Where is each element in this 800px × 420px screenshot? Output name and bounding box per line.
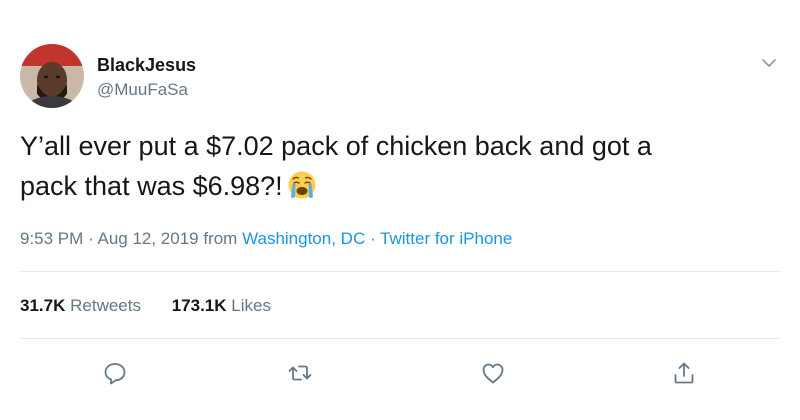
display-name[interactable]: BlackJesus <box>97 55 196 76</box>
tweet-text: Y’all ever put a $7.02 pack of chicken b… <box>20 126 760 206</box>
reply-icon <box>101 363 129 391</box>
location-link[interactable]: Washington, DC <box>242 229 365 248</box>
retweet-icon <box>286 365 314 391</box>
avatar[interactable] <box>20 44 84 108</box>
retweets-label: Retweets <box>70 296 141 315</box>
retweets-count: 31.7K <box>20 296 66 315</box>
reply-button[interactable] <box>101 359 129 387</box>
crying-face-icon <box>287 170 317 200</box>
chevron-down-icon[interactable] <box>758 52 780 74</box>
tweet-text-line: pack that was $6.98?! <box>20 171 283 201</box>
meta-separator: · <box>365 229 381 248</box>
like-icon <box>479 363 507 391</box>
retweet-button[interactable] <box>286 359 314 387</box>
retweets-stat[interactable]: 31.7K Retweets <box>20 296 141 316</box>
tweet-metadata: 9:53 PM · Aug 12, 2019 from Washington, … <box>20 229 512 249</box>
likes-label: Likes <box>231 296 271 315</box>
tweet-text-line: Y’all ever put a $7.02 pack of chicken b… <box>20 131 652 161</box>
tweet-card: BlackJesus @MuuFaSa Y’all ever put a $7.… <box>0 0 800 420</box>
likes-stat[interactable]: 173.1K Likes <box>172 296 271 316</box>
share-button[interactable] <box>670 359 698 387</box>
share-icon <box>670 362 698 391</box>
source-link[interactable]: Twitter for iPhone <box>380 229 512 248</box>
likes-count: 173.1K <box>171 296 227 315</box>
engagement-stats: 31.7K Retweets 173.1K Likes <box>20 296 297 316</box>
divider <box>20 271 780 272</box>
tweet-text-line-2: pack that was $6.98?! <box>20 166 760 206</box>
user-handle[interactable]: @MuuFaSa <box>97 80 188 100</box>
like-button[interactable] <box>479 359 507 387</box>
tweet-timestamp[interactable]: 9:53 PM · Aug 12, 2019 from <box>20 229 242 248</box>
divider <box>20 338 780 339</box>
